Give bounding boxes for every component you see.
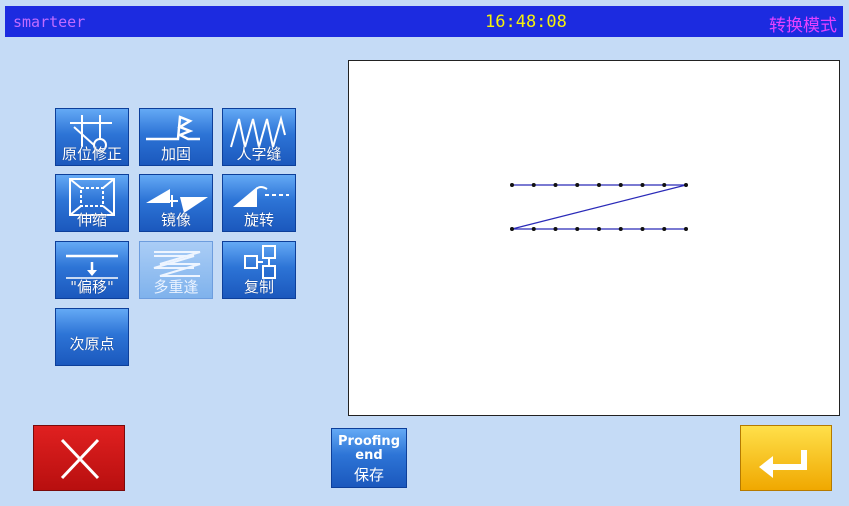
reinforce-button[interactable]: 加固: [139, 108, 213, 166]
stitch-point: [531, 227, 536, 231]
stitch-point: [510, 227, 514, 231]
end-label: end: [355, 448, 383, 463]
tool-label: 镜像: [160, 211, 191, 229]
tool-label: "偏移": [70, 278, 114, 296]
stitch-point: [597, 227, 601, 231]
zigzag-stitch-button[interactable]: 人字缝: [222, 108, 296, 166]
proofing-end-save-button[interactable]: Proofing end 保存: [331, 428, 407, 488]
close-icon: [60, 438, 100, 480]
stitch-line-diagonal: [511, 184, 687, 230]
proofing-label: Proofing: [338, 434, 400, 449]
offset-button[interactable]: "偏移": [55, 241, 129, 299]
tool-label: 伸缩: [76, 211, 107, 229]
stitch-point: [640, 227, 645, 231]
stitch-point: [662, 227, 667, 231]
save-label: 保存: [353, 466, 384, 484]
enter-button[interactable]: [740, 425, 832, 491]
stitch-point: [575, 227, 580, 231]
stitch-point: [553, 227, 558, 231]
tool-label: 复制: [243, 278, 274, 296]
stitch-point: [531, 183, 536, 187]
tool-label: 次原点: [69, 335, 115, 353]
clock: 16:48:08: [485, 12, 567, 32]
scale-button[interactable]: 伸缩: [55, 174, 129, 232]
copy-button[interactable]: 复制: [222, 241, 296, 299]
stitch-point: [640, 183, 645, 187]
multi-stitch-button[interactable]: 多重逢: [139, 241, 213, 299]
stitch-point: [597, 183, 601, 187]
stitch-point: [662, 183, 667, 187]
stitch-point: [618, 227, 623, 231]
stitch-point: [553, 183, 558, 187]
origin-correction-button[interactable]: 原位修正: [55, 108, 129, 166]
mirror-button[interactable]: 镜像: [139, 174, 213, 232]
stitch-point: [575, 183, 580, 187]
rotate-button[interactable]: 旋转: [222, 174, 296, 232]
tool-label: 加固: [160, 145, 191, 163]
secondary-origin-button[interactable]: 次原点: [55, 308, 129, 366]
enter-return-icon: [759, 450, 807, 478]
brand-name: smarteer: [13, 13, 86, 31]
cancel-button[interactable]: [33, 425, 125, 491]
mode-title: 转换模式: [769, 16, 837, 36]
stitch-point: [684, 183, 688, 187]
title-bar: smarteer 16:48:08 转换模式: [5, 6, 843, 37]
stitch-point: [618, 183, 623, 187]
stitch-point: [510, 183, 514, 187]
stitch-pattern: [510, 183, 688, 231]
tool-label: 原位修正: [61, 145, 122, 163]
tool-label: 人字缝: [236, 145, 282, 163]
stitch-point: [684, 227, 688, 231]
tool-label: 旋转: [243, 211, 274, 229]
tool-label: 多重逢: [153, 278, 199, 296]
pattern-preview-canvas[interactable]: [348, 60, 840, 416]
